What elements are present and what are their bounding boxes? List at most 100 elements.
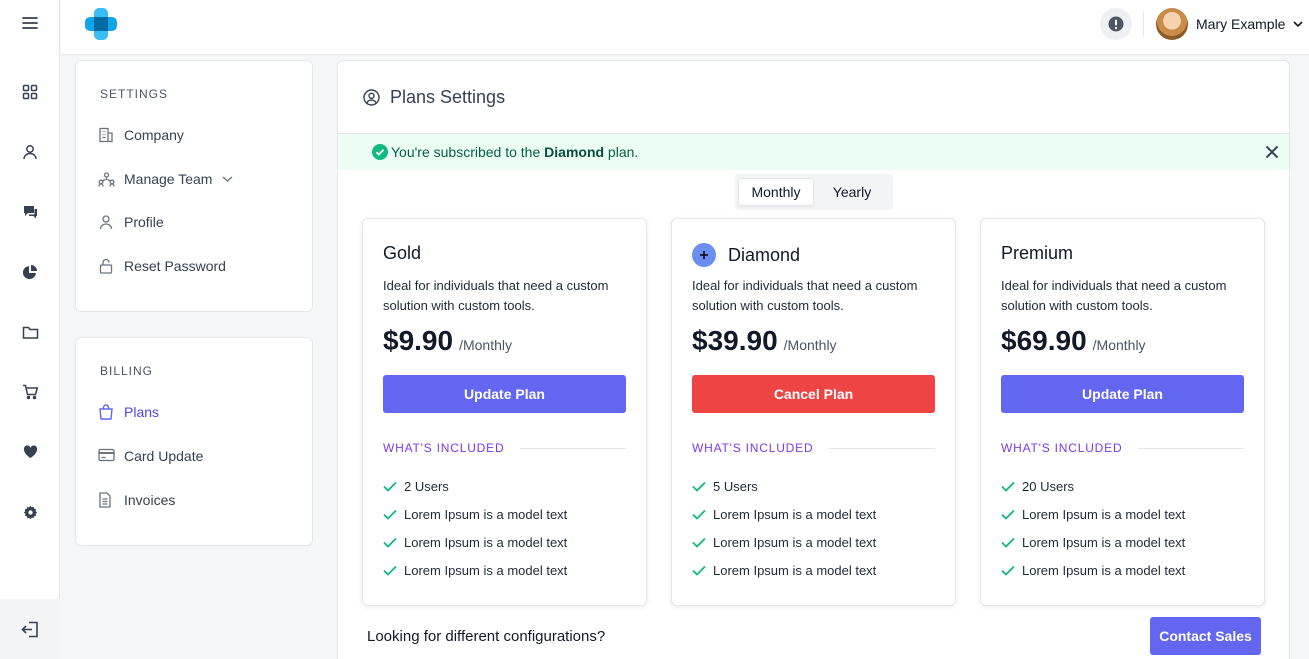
check-icon (692, 481, 706, 492)
nav-label: Card Update (124, 448, 204, 464)
cancel-plan-button[interactable]: Cancel Plan (692, 375, 935, 413)
billing-panel: BILLING Plans Card Update Invoices (75, 337, 313, 546)
plan-price: $9.90 /Monthly (383, 325, 512, 357)
nav-item-profile[interactable]: Profile (98, 211, 164, 233)
user-icon (98, 214, 114, 230)
plan-description: Ideal for individuals that need a custom… (692, 278, 918, 313)
page-header: Plans Settings (363, 87, 505, 108)
price-period: /Monthly (459, 337, 512, 353)
gear-icon[interactable] (0, 492, 60, 532)
feature-item: Lorem Ipsum is a model text (692, 563, 876, 578)
plus-icon (692, 243, 716, 267)
included-label: WHAT'S INCLUDED (692, 441, 814, 455)
banner-plan-name: Diamond (544, 144, 605, 160)
cart-icon[interactable] (0, 372, 60, 412)
plan-description: Ideal for individuals that need a custom… (1001, 278, 1227, 313)
plan-name: Premium (1001, 243, 1074, 263)
plan-card-premium: Premium Ideal for individuals that need … (980, 218, 1265, 606)
team-icon (98, 171, 115, 187)
plan-price: $69.90 /Monthly (1001, 325, 1146, 357)
feature-item: Lorem Ipsum is a model text (383, 507, 567, 522)
price-period: /Monthly (783, 337, 837, 353)
price-value: $69.90 (1001, 325, 1087, 356)
included-divider: WHAT'S INCLUDED (383, 441, 626, 455)
user-icon[interactable] (0, 132, 60, 172)
feature-item: Lorem Ipsum is a model text (692, 507, 876, 522)
configurations-prompt: Looking for different configurations? (367, 628, 606, 645)
included-divider: WHAT'S INCLUDED (1001, 441, 1244, 455)
avatar[interactable] (1156, 8, 1188, 40)
check-icon (692, 565, 706, 576)
lock-icon (98, 258, 114, 274)
included-label: WHAT'S INCLUDED (383, 441, 505, 455)
settings-heading: SETTINGS (100, 87, 169, 101)
check-icon (383, 481, 397, 492)
price-value: $9.90 (383, 325, 454, 356)
subscription-banner: You're subscribed to the Diamond plan. (338, 133, 1289, 170)
document-icon (98, 492, 114, 508)
icon-rail (0, 0, 60, 659)
price-period: /Monthly (1092, 337, 1146, 353)
feature-item: Lorem Ipsum is a model text (1001, 535, 1185, 550)
check-icon (383, 565, 397, 576)
check-icon (1001, 509, 1015, 520)
feature-item: Lorem Ipsum is a model text (383, 563, 567, 578)
billing-heading: BILLING (100, 364, 154, 378)
banner-message: You're subscribed to the Diamond plan. (391, 144, 639, 160)
logout-icon[interactable] (0, 599, 60, 659)
included-divider: WHAT'S INCLUDED (692, 441, 935, 455)
check-icon (383, 537, 397, 548)
check-icon (692, 509, 706, 520)
nav-label: Profile (124, 214, 164, 230)
feature-item: 5 Users (692, 479, 758, 494)
nav-label: Invoices (124, 492, 176, 508)
plan-price: $39.90 /Monthly (692, 325, 837, 357)
card-icon (98, 448, 115, 464)
close-icon[interactable] (1265, 145, 1279, 159)
nav-item-invoices[interactable]: Invoices (98, 489, 175, 511)
plan-card-diamond: Diamond Ideal for individuals that need … (671, 218, 956, 606)
plan-description: Ideal for individuals that need a custom… (383, 278, 609, 313)
nav-label: Manage Team (124, 171, 213, 187)
contact-sales-button[interactable]: Contact Sales (1150, 617, 1261, 655)
logo-icon[interactable] (83, 6, 119, 42)
feature-item: 2 Users (383, 479, 449, 494)
settings-panel: SETTINGS Company Manage Team Profile Res… (75, 60, 313, 312)
check-icon (1001, 565, 1015, 576)
chevron-down-icon[interactable] (222, 175, 233, 183)
menu-icon[interactable] (0, 3, 60, 43)
feature-item: Lorem Ipsum is a model text (383, 535, 567, 550)
nav-item-company[interactable]: Company (98, 124, 184, 146)
nav-label: Plans (124, 404, 160, 420)
nav-item-manage-team[interactable]: Manage Team (98, 168, 233, 190)
dashboard-icon[interactable] (0, 72, 60, 112)
folder-icon[interactable] (0, 312, 60, 352)
heart-icon[interactable] (0, 432, 60, 472)
check-icon (1001, 481, 1015, 492)
page-title: Plans Settings (390, 87, 506, 107)
toggle-monthly[interactable]: Monthly (738, 178, 814, 206)
feature-item: Lorem Ipsum is a model text (1001, 563, 1185, 578)
update-plan-button[interactable]: Update Plan (1001, 375, 1244, 413)
top-bar: Mary Example (61, 0, 1309, 55)
top-divider (1143, 12, 1144, 36)
plans-settings-card: Plans Settings You're subscribed to the … (337, 60, 1290, 659)
user-name: Mary Example (1196, 16, 1286, 32)
nav-label: Company (124, 127, 184, 143)
feature-item: Lorem Ipsum is a model text (692, 535, 876, 550)
bag-icon (98, 404, 114, 420)
chat-icon[interactable] (0, 192, 60, 232)
nav-item-card-update[interactable]: Card Update (98, 445, 203, 467)
feature-item: 20 Users (1001, 479, 1074, 494)
plan-name: Gold (383, 243, 422, 263)
building-icon (98, 127, 114, 143)
update-plan-button[interactable]: Update Plan (383, 375, 626, 413)
nav-item-reset-password[interactable]: Reset Password (98, 255, 226, 277)
check-icon (1001, 537, 1015, 548)
nav-item-plans[interactable]: Plans (98, 401, 159, 423)
billing-period-toggle: Monthly Yearly (735, 174, 893, 210)
toggle-yearly[interactable]: Yearly (814, 178, 890, 206)
user-menu[interactable]: Mary Example (1156, 8, 1304, 40)
notification-icon[interactable] (1100, 8, 1132, 40)
pie-chart-icon[interactable] (0, 252, 60, 292)
